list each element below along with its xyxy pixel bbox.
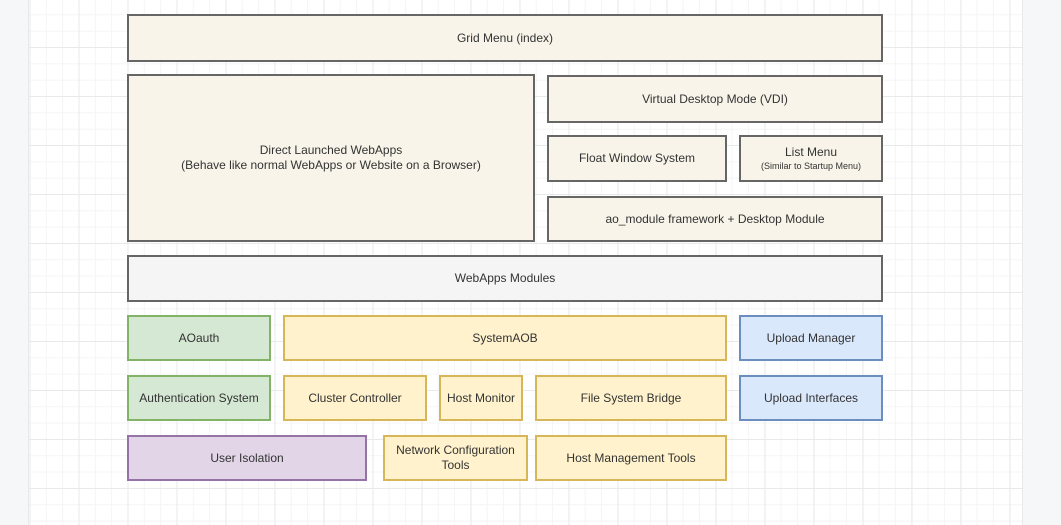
node-label: User Isolation: [210, 451, 283, 466]
node-label: AOauth: [179, 331, 220, 346]
node-label: Upload Interfaces: [764, 391, 858, 406]
node-label: Host Management Tools: [566, 451, 695, 466]
node-label: Network Configuration Tools: [389, 443, 522, 473]
node-label: Float Window System: [579, 151, 695, 166]
node-aoauth[interactable]: AOauth: [127, 315, 271, 361]
node-label: Cluster Controller: [308, 391, 401, 406]
node-float-window-system[interactable]: Float Window System: [547, 135, 727, 182]
node-label: List Menu: [785, 145, 837, 160]
node-ao-module-framework[interactable]: ao_module framework + Desktop Module: [547, 196, 883, 242]
node-label: Direct Launched WebApps: [260, 143, 403, 158]
node-webapps-modules[interactable]: WebApps Modules: [127, 255, 883, 302]
node-list-menu[interactable]: List Menu (Similar to Startup Menu): [739, 135, 883, 182]
node-label: SystemAOB: [472, 331, 537, 346]
node-label: Virtual Desktop Mode (VDI): [642, 92, 788, 107]
node-network-configuration-tools[interactable]: Network Configuration Tools: [383, 435, 528, 481]
node-label: File System Bridge: [581, 391, 682, 406]
node-sublabel: (Behave like normal WebApps or Website o…: [181, 158, 481, 173]
node-label: Host Monitor: [447, 391, 515, 406]
diagram-viewport: Grid Menu (index) Direct Launched WebApp…: [0, 0, 1061, 525]
node-host-management-tools[interactable]: Host Management Tools: [535, 435, 727, 481]
node-label: WebApps Modules: [455, 271, 556, 286]
node-host-monitor[interactable]: Host Monitor: [439, 375, 523, 421]
node-direct-launched-webapps[interactable]: Direct Launched WebApps (Behave like nor…: [127, 74, 535, 242]
node-user-isolation[interactable]: User Isolation: [127, 435, 367, 481]
node-grid-menu[interactable]: Grid Menu (index): [127, 14, 883, 62]
node-sublabel: (Similar to Startup Menu): [761, 160, 861, 172]
node-label: Upload Manager: [767, 331, 856, 346]
node-cluster-controller[interactable]: Cluster Controller: [283, 375, 427, 421]
node-file-system-bridge[interactable]: File System Bridge: [535, 375, 727, 421]
node-upload-interfaces[interactable]: Upload Interfaces: [739, 375, 883, 421]
node-upload-manager[interactable]: Upload Manager: [739, 315, 883, 361]
node-virtual-desktop-mode[interactable]: Virtual Desktop Mode (VDI): [547, 75, 883, 123]
diagram-nodes-layer: Grid Menu (index) Direct Launched WebApp…: [0, 0, 1061, 525]
node-authentication-system[interactable]: Authentication System: [127, 375, 271, 421]
node-label: Authentication System: [139, 391, 258, 406]
node-system-aob[interactable]: SystemAOB: [283, 315, 727, 361]
node-label: Grid Menu (index): [457, 31, 553, 46]
node-label: ao_module framework + Desktop Module: [605, 212, 824, 227]
